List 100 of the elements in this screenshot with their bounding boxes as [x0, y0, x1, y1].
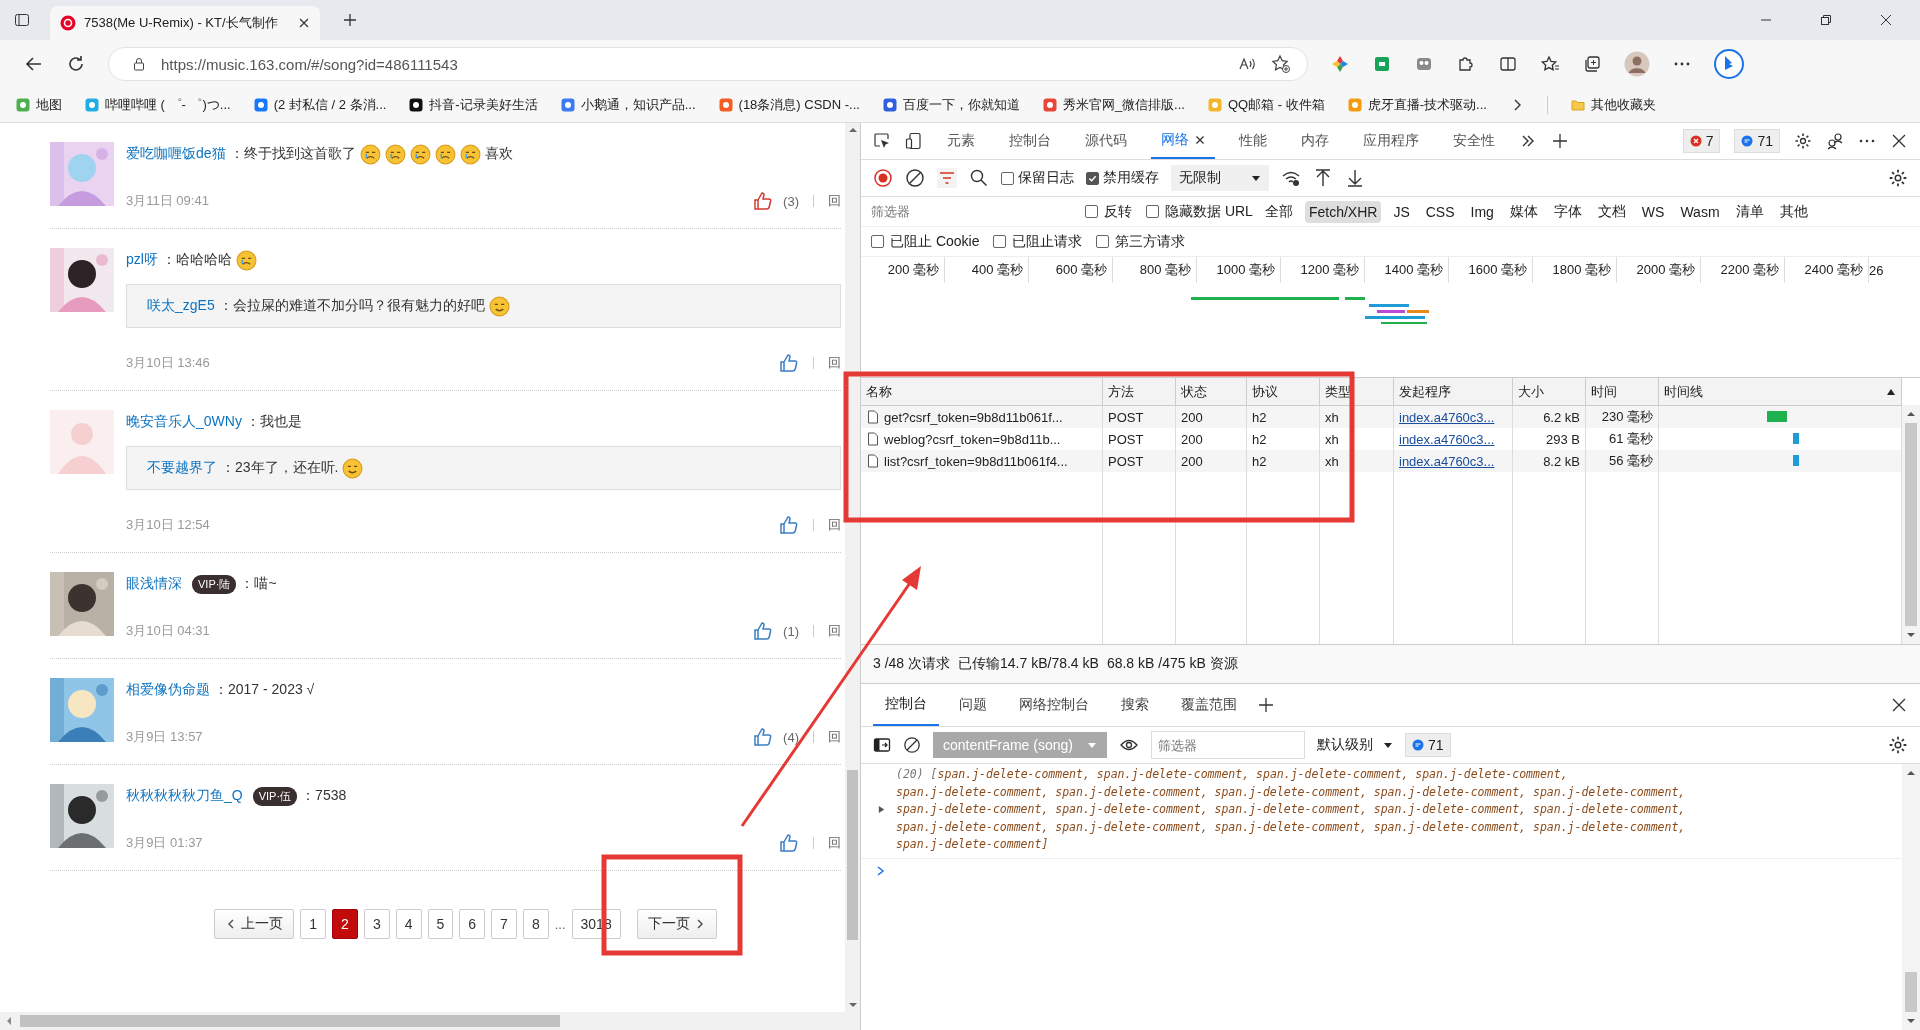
- split-screen-icon[interactable]: [1498, 54, 1518, 74]
- upload-icon[interactable]: [1313, 168, 1333, 188]
- drawer-tab[interactable]: 覆盖范围: [1169, 684, 1249, 726]
- bookmark[interactable]: 地图: [16, 96, 62, 114]
- restore-icon[interactable]: [1818, 12, 1834, 28]
- collapsed-triangle-icon[interactable]: [877, 805, 886, 815]
- add-icon[interactable]: [1551, 132, 1569, 150]
- scrollbar-thumb[interactable]: [20, 1015, 560, 1027]
- column-header[interactable]: 协议: [1247, 378, 1320, 405]
- bookmark[interactable]: 秀米官网_微信排版...: [1042, 96, 1185, 114]
- type-filter-button[interactable]: 媒体: [1505, 199, 1542, 224]
- devtools-tab[interactable]: 元素: [937, 123, 985, 159]
- reply-link[interactable]: 回: [828, 354, 841, 372]
- page-button[interactable]: 6: [459, 909, 486, 939]
- type-filter-button[interactable]: 字体: [1549, 199, 1586, 224]
- devtools-tab[interactable]: 控制台: [999, 123, 1061, 159]
- page-button[interactable]: 4: [395, 909, 422, 939]
- close-icon[interactable]: [298, 17, 310, 29]
- thumbs-up-icon[interactable]: [779, 833, 799, 853]
- close-icon[interactable]: [1195, 135, 1205, 145]
- column-header[interactable]: 大小: [1513, 378, 1586, 405]
- bookmark[interactable]: (18条消息) CSDN -...: [718, 96, 860, 114]
- type-filter-button[interactable]: CSS: [1421, 200, 1459, 223]
- browser-tab[interactable]: 7538(Me U-Remix) - KT/长气制作: [50, 6, 320, 40]
- reply-link[interactable]: 回: [828, 728, 841, 746]
- drawer-tab[interactable]: 网络控制台: [1007, 684, 1101, 726]
- close-icon[interactable]: [1890, 132, 1908, 150]
- thumbs-up-icon[interactable]: [779, 515, 799, 535]
- username-link[interactable]: pzl呀: [126, 251, 158, 269]
- devtools-tab[interactable]: 安全性: [1443, 123, 1505, 159]
- request-name[interactable]: list?csrf_token=9b8d11b061f4...: [861, 450, 1103, 472]
- type-filter-button[interactable]: JS: [1389, 200, 1414, 223]
- scrollbar-thumb[interactable]: [1905, 423, 1917, 626]
- clear-icon[interactable]: [905, 168, 925, 188]
- close-icon[interactable]: [1890, 696, 1908, 714]
- column-header[interactable]: 状态: [1176, 378, 1247, 405]
- checkbox[interactable]: [993, 235, 1007, 248]
- reply-link[interactable]: 回: [828, 834, 841, 852]
- devtools-tab[interactable]: 源代码: [1075, 123, 1137, 159]
- error-count-badge[interactable]: 7: [1682, 129, 1721, 153]
- scroll-up-icon[interactable]: [1906, 768, 1916, 778]
- username-link[interactable]: 相爱像伪命题: [126, 681, 210, 699]
- page-button[interactable]: 3: [363, 909, 390, 939]
- type-filter-button[interactable]: 其他: [1775, 199, 1812, 224]
- tab-actions-icon[interactable]: [14, 12, 30, 28]
- type-filter-button[interactable]: Fetch/XHR: [1304, 200, 1382, 223]
- thumbs-up-icon[interactable]: [753, 621, 774, 641]
- bookmark[interactable]: 小鹅通，知识产品...: [560, 96, 696, 114]
- checkbox[interactable]: [871, 235, 884, 248]
- devtools-tab[interactable]: 应用程序: [1353, 123, 1429, 159]
- add-favorite-icon[interactable]: [1271, 54, 1291, 74]
- column-header[interactable]: 方法: [1103, 378, 1176, 405]
- settings-icon[interactable]: [1888, 735, 1908, 755]
- type-filter-button[interactable]: 文档: [1593, 199, 1630, 224]
- extension-icon[interactable]: [1372, 54, 1392, 74]
- reply-link[interactable]: 回: [828, 622, 841, 640]
- bookmark[interactable]: (2 封私信 / 2 条消...: [253, 96, 387, 114]
- settings-icon[interactable]: [1888, 168, 1908, 188]
- thumbs-up-icon[interactable]: [753, 191, 774, 211]
- reply-link[interactable]: 回: [828, 516, 841, 534]
- favorites-icon[interactable]: [1540, 54, 1560, 74]
- reply-link[interactable]: 回: [828, 192, 841, 210]
- page-button[interactable]: 2: [332, 909, 358, 939]
- device-toolbar-icon[interactable]: [905, 132, 923, 150]
- bookmark[interactable]: 虎牙直播-技术驱动...: [1347, 96, 1487, 114]
- prev-page-button[interactable]: 上一页: [214, 909, 295, 939]
- collections-icon[interactable]: [1582, 54, 1602, 74]
- settings-icon[interactable]: [1794, 132, 1812, 150]
- search-icon[interactable]: [969, 168, 989, 188]
- copilot-icon[interactable]: [1714, 49, 1744, 79]
- thumbs-up-icon[interactable]: [753, 727, 774, 747]
- extension-icon[interactable]: [1330, 54, 1350, 74]
- type-filter-button[interactable]: WS: [1637, 200, 1669, 223]
- next-page-button[interactable]: 下一页: [636, 909, 717, 939]
- scrollbar-thumb[interactable]: [847, 770, 858, 940]
- page-button[interactable]: 1: [300, 909, 327, 939]
- sidebar-icon[interactable]: [873, 736, 891, 754]
- checkbox[interactable]: [1146, 205, 1159, 218]
- devtools-tab[interactable]: 网络: [1151, 123, 1215, 159]
- username-link[interactable]: 咲太_zgE5: [147, 297, 215, 315]
- checkbox[interactable]: [1096, 235, 1110, 248]
- filter-icon[interactable]: [937, 168, 957, 188]
- column-header[interactable]: 时间: [1586, 378, 1659, 405]
- scroll-up-icon[interactable]: [1906, 409, 1916, 419]
- new-tab-icon[interactable]: [342, 12, 358, 28]
- request-name[interactable]: get?csrf_token=9b8d11b061f...: [861, 406, 1103, 428]
- devtools-tab[interactable]: 内存: [1291, 123, 1339, 159]
- bookmark[interactable]: 百度一下，你就知道: [882, 96, 1020, 114]
- scroll-down-icon[interactable]: [1906, 1016, 1916, 1026]
- prompt-chevron-icon[interactable]: [875, 864, 887, 877]
- username-link[interactable]: 眼浅情深: [126, 575, 182, 593]
- throttle-dropdown[interactable]: 无限制: [1171, 165, 1269, 191]
- checkbox[interactable]: [1085, 205, 1098, 218]
- type-filter-button[interactable]: 全部: [1260, 199, 1297, 224]
- page-button[interactable]: 7: [491, 909, 517, 939]
- column-header[interactable]: 类型: [1320, 378, 1394, 405]
- download-icon[interactable]: [1345, 168, 1365, 188]
- scrollbar-thumb[interactable]: [1905, 972, 1917, 1012]
- reload-icon[interactable]: [66, 54, 86, 74]
- thumbs-up-icon[interactable]: [779, 353, 799, 373]
